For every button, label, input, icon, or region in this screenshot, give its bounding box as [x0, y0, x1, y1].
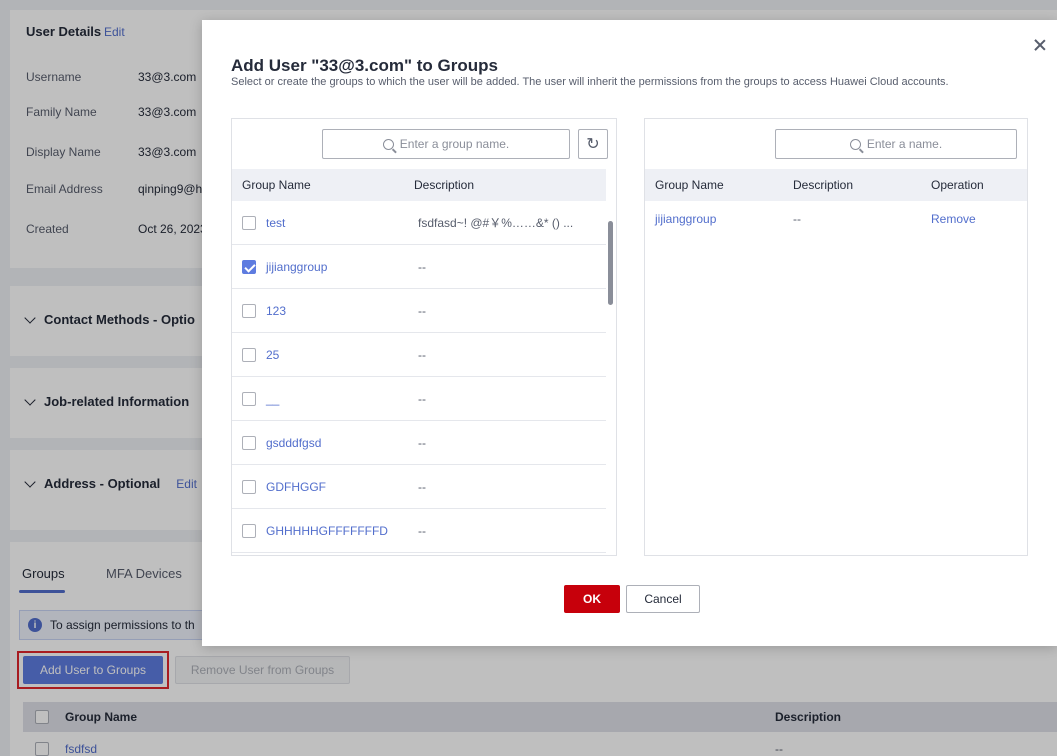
selected-groups-panel: Enter a name. Group Name Description Ope…: [644, 118, 1028, 556]
group-name[interactable]: GDFHGGF: [266, 480, 418, 494]
list-item[interactable]: gsdddfgsd --: [232, 421, 606, 465]
list-item[interactable]: 123 --: [232, 289, 606, 333]
group-name[interactable]: gsdddfgsd: [266, 436, 418, 450]
available-groups-header: Group Name Description: [232, 169, 606, 201]
search-icon: [849, 138, 861, 150]
selected-search-input[interactable]: Enter a name.: [775, 129, 1017, 159]
group-checkbox[interactable]: [242, 391, 256, 406]
group-checkbox[interactable]: [242, 479, 256, 494]
list-item[interactable]: __ --: [232, 377, 606, 421]
group-name[interactable]: __: [266, 392, 418, 406]
group-checkbox[interactable]: [242, 259, 256, 274]
list-item: jijianggroup -- Remove: [645, 201, 1027, 237]
selected-group-name[interactable]: jijianggroup: [655, 212, 793, 226]
refresh-icon: ↻: [586, 136, 600, 153]
group-checkbox[interactable]: [242, 215, 256, 230]
group-search-placeholder: Enter a group name.: [399, 137, 510, 151]
group-name[interactable]: test: [266, 216, 418, 230]
dialog-subtitle: Select or create the groups to which the…: [231, 76, 949, 88]
dialog-title: Add User "33@3.com" to Groups: [231, 56, 498, 75]
selected-group-description: --: [793, 212, 801, 226]
group-description: --: [418, 523, 426, 538]
group-description: --: [418, 391, 426, 406]
group-name[interactable]: 25: [266, 348, 418, 362]
group-name[interactable]: GHHHHHGFFFFFFFD: [266, 524, 418, 538]
group-checkbox[interactable]: [242, 435, 256, 450]
group-description: --: [418, 435, 426, 450]
list-item[interactable]: GDFHGGF --: [232, 465, 606, 509]
group-description: --: [418, 303, 426, 318]
col-description: Description: [793, 178, 854, 192]
group-name[interactable]: 123: [266, 304, 418, 318]
scrollbar[interactable]: [608, 221, 613, 305]
add-user-to-groups-dialog: Add User "33@3.com" to Groups Select or …: [202, 20, 1057, 646]
group-checkbox[interactable]: [242, 523, 256, 538]
list-item[interactable]: test fsdfasd~! @#￥%……&* () ...: [232, 201, 606, 245]
group-checkbox[interactable]: [242, 347, 256, 362]
group-search-input[interactable]: Enter a group name.: [322, 129, 570, 159]
available-groups-panel: Enter a group name. ↻ Group Name Descrip…: [231, 118, 617, 556]
selected-groups-header: Group Name Description Operation: [645, 169, 1027, 201]
available-groups-list: test fsdfasd~! @#￥%……&* () ... jijianggrou…: [232, 201, 606, 553]
remove-link[interactable]: Remove: [931, 212, 976, 226]
group-name[interactable]: jijianggroup: [266, 260, 418, 274]
group-description: --: [418, 479, 426, 494]
selected-search-placeholder: Enter a name.: [866, 137, 943, 151]
list-item[interactable]: 25 --: [232, 333, 606, 377]
close-icon[interactable]: [1033, 38, 1047, 52]
ok-button[interactable]: OK: [564, 585, 620, 613]
group-description: fsdfasd~! @#￥%……&* () ...: [418, 216, 574, 230]
refresh-button[interactable]: ↻: [578, 129, 608, 159]
group-description: --: [418, 259, 426, 274]
group-checkbox[interactable]: [242, 303, 256, 318]
cancel-button[interactable]: Cancel: [626, 585, 700, 613]
list-item[interactable]: jijianggroup --: [232, 245, 606, 289]
group-description: --: [418, 347, 426, 362]
search-icon: [382, 138, 394, 150]
list-item[interactable]: GHHHHHGFFFFFFFD --: [232, 509, 606, 553]
col-group-name: Group Name: [655, 178, 724, 192]
col-group-name: Group Name: [242, 178, 311, 192]
col-operation: Operation: [931, 178, 984, 192]
col-description: Description: [414, 178, 475, 192]
